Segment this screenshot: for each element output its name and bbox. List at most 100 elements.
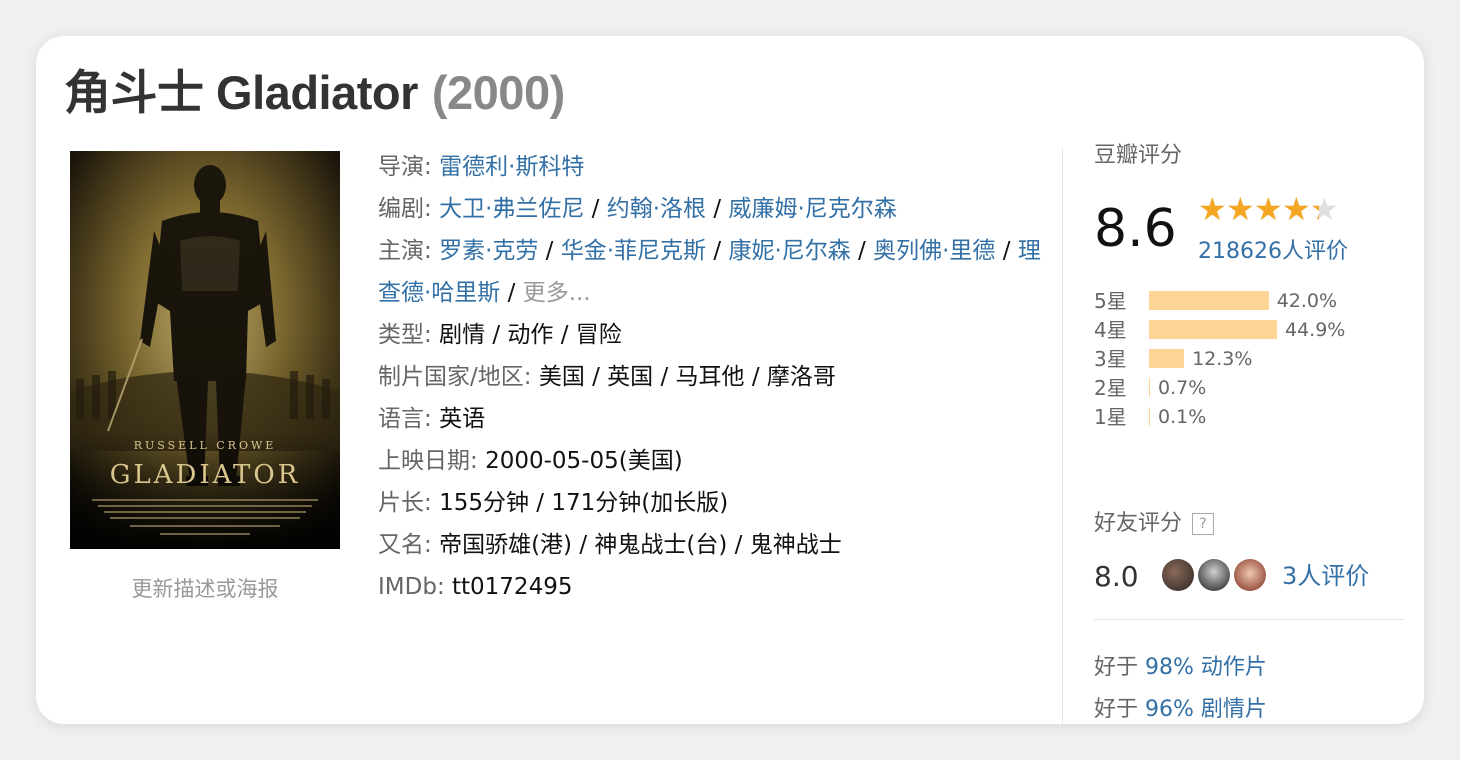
cast-link[interactable]: 奥列佛·里德 bbox=[873, 238, 995, 264]
rating-score: 8.6 bbox=[1094, 199, 1177, 259]
update-poster-link[interactable]: 更新描述或海报 bbox=[70, 573, 340, 603]
cast-more-link[interactable]: 更多... bbox=[523, 280, 591, 306]
cast-row: 主演: 罗素·克劳 / 华金·菲尼克斯 / 康妮·尼尔森 / 奥列佛·里德 / … bbox=[378, 230, 1046, 314]
star-icon: ★★ bbox=[1198, 190, 1227, 228]
country-row: 制片国家/地区: 美国 / 英国 / 马耳他 / 摩洛哥 bbox=[378, 356, 1046, 398]
release-value: 2000-05-05(美国) bbox=[485, 448, 683, 474]
avatar[interactable] bbox=[1234, 559, 1266, 591]
cast-link[interactable]: 罗素·克劳 bbox=[439, 238, 538, 264]
writer-label: 编剧: bbox=[378, 196, 432, 222]
genre-row: 类型: 剧情 / 动作 / 冒险 bbox=[378, 314, 1046, 356]
rating-count-link[interactable]: 218626人评价 bbox=[1198, 233, 1348, 265]
rating-bar-row: 4星 44.9% bbox=[1094, 316, 1404, 345]
friend-rating-label: 好友评分 bbox=[1094, 511, 1183, 536]
rating-bar-label: 2星 bbox=[1094, 376, 1127, 400]
friend-avatars bbox=[1162, 559, 1270, 593]
aka-label: 又名: bbox=[378, 532, 432, 558]
cast-link[interactable]: 康妮·尼尔森 bbox=[728, 238, 850, 264]
director-row: 导演: 雷德利·斯科特 bbox=[378, 146, 1046, 188]
rating-bar-row: 3星 12.3% bbox=[1094, 345, 1404, 374]
writer-link[interactable]: 大卫·弗兰佐尼 bbox=[439, 196, 584, 222]
avatar[interactable] bbox=[1162, 559, 1194, 591]
separator: / bbox=[706, 196, 729, 222]
language-value: 英语 bbox=[439, 406, 486, 432]
movie-poster[interactable]: RUSSELL CROWE GLADIATOR bbox=[70, 151, 340, 549]
director-label: 导演: bbox=[378, 154, 432, 180]
aka-value: 帝国骄雄(港) / 神鬼战士(台) / 鬼神战士 bbox=[439, 532, 842, 558]
director-link[interactable]: 雷德利·斯科特 bbox=[439, 154, 584, 180]
rating-bar bbox=[1149, 349, 1185, 368]
avatar[interactable] bbox=[1198, 559, 1230, 591]
release-label: 上映日期: bbox=[378, 448, 478, 474]
rating-bar bbox=[1149, 291, 1269, 310]
rating-header: 豆瓣评分 bbox=[1094, 143, 1183, 168]
better-than-row: 好于 96% 剧情片 bbox=[1094, 695, 1267, 724]
country-label: 制片国家/地区: bbox=[378, 364, 532, 390]
rating-bar-row: 1星 0.1% bbox=[1094, 403, 1404, 432]
better-than-prefix: 好于 bbox=[1094, 655, 1145, 680]
friend-rating-count-link[interactable]: 3人评价 bbox=[1282, 559, 1369, 593]
aka-row: 又名: 帝国骄雄(港) / 神鬼战士(台) / 鬼神战士 bbox=[378, 524, 1046, 566]
separator: / bbox=[850, 238, 874, 264]
language-row: 语言: 英语 bbox=[378, 398, 1046, 440]
genre-value: 剧情 / 动作 / 冒险 bbox=[439, 322, 622, 348]
rating-bar bbox=[1149, 407, 1150, 426]
cast-link[interactable]: 华金·菲尼克斯 bbox=[561, 238, 706, 264]
rating-bar-label: 5星 bbox=[1094, 289, 1127, 313]
rating-bar-percent: 0.1% bbox=[1158, 406, 1207, 428]
writer-link[interactable]: 威廉姆·尼克尔森 bbox=[728, 196, 896, 222]
writer-link[interactable]: 约翰·洛根 bbox=[607, 196, 706, 222]
movie-title: 角斗士 Gladiator bbox=[64, 66, 418, 119]
poster-image: RUSSELL CROWE GLADIATOR bbox=[70, 151, 340, 549]
better-than-link[interactable]: 96% 剧情片 bbox=[1145, 697, 1267, 722]
rating-bar-row: 2星 0.7% bbox=[1094, 374, 1404, 403]
movie-year: (2000) bbox=[431, 66, 565, 119]
cast-label: 主演: bbox=[378, 238, 432, 264]
rating-bar-percent: 0.7% bbox=[1158, 377, 1207, 399]
rating-bar-label: 1星 bbox=[1094, 405, 1127, 429]
genre-label: 类型: bbox=[378, 322, 432, 348]
runtime-value: 155分钟 / 171分钟(加长版) bbox=[439, 490, 729, 516]
rating-bar bbox=[1149, 378, 1150, 397]
rating-bar-percent: 42.0% bbox=[1276, 290, 1338, 312]
star-icon: ★★ bbox=[1282, 190, 1311, 228]
runtime-row: 片长: 155分钟 / 171分钟(加长版) bbox=[378, 482, 1046, 524]
rating-bar-label: 3星 bbox=[1094, 347, 1127, 371]
movie-info: 导演: 雷德利·斯科特 编剧: 大卫·弗兰佐尼 / 约翰·洛根 / 威廉姆·尼克… bbox=[378, 146, 1046, 608]
poster-credit: RUSSELL CROWE bbox=[134, 439, 277, 452]
writer-row: 编剧: 大卫·弗兰佐尼 / 约翰·洛根 / 威廉姆·尼克尔森 bbox=[378, 188, 1046, 230]
separator: / bbox=[500, 280, 523, 306]
separator: / bbox=[995, 238, 1018, 264]
rating-panel: 豆瓣评分 8.6 ★★★★★★★★★★ 218626人评价 5星42.0%4星4… bbox=[1094, 141, 1404, 722]
separator: / bbox=[584, 196, 607, 222]
rating-stars: ★★★★★★★★★★ bbox=[1198, 190, 1339, 228]
star-icon: ★★ bbox=[1310, 190, 1339, 228]
imdb-value[interactable]: tt0172495 bbox=[452, 574, 572, 600]
help-icon[interactable]: ? bbox=[1192, 513, 1215, 535]
better-than-prefix: 好于 bbox=[1094, 697, 1145, 722]
poster-title: GLADIATOR bbox=[110, 460, 301, 490]
friend-rating-score: 8.0 bbox=[1094, 560, 1139, 593]
rating-bar bbox=[1149, 320, 1277, 339]
friend-rating-header: 好友评分? bbox=[1094, 509, 1215, 539]
better-than-row: 好于 98% 动作片 bbox=[1094, 653, 1267, 683]
rating-bar-percent: 12.3% bbox=[1192, 348, 1253, 370]
rating-bar-label: 4星 bbox=[1094, 318, 1127, 342]
imdb-label: IMDb: bbox=[378, 574, 445, 600]
country-value: 美国 / 英国 / 马耳他 / 摩洛哥 bbox=[538, 364, 836, 390]
rating-distribution: 5星 42.0% 4星 44.9% 3星 12.3% 2星 0.7% 1星 0.1% bbox=[1094, 287, 1404, 432]
runtime-label: 片长: bbox=[378, 490, 432, 516]
separator: / bbox=[538, 238, 561, 264]
divider bbox=[1094, 619, 1404, 620]
language-label: 语言: bbox=[378, 406, 432, 432]
imdb-row: IMDb: tt0172495 bbox=[378, 566, 1046, 608]
rating-bar-row: 5星 42.0% bbox=[1094, 287, 1404, 316]
movie-info-card: 角斗士 Gladiator (2000) RUSSELL CROWE GLADI… bbox=[36, 36, 1424, 724]
better-than-link[interactable]: 98% 动作片 bbox=[1145, 655, 1267, 680]
separator: / bbox=[706, 238, 729, 264]
rating-bar-percent: 44.9% bbox=[1285, 319, 1346, 341]
star-icon: ★★ bbox=[1254, 190, 1283, 228]
release-row: 上映日期: 2000-05-05(美国) bbox=[378, 440, 1046, 482]
divider bbox=[1062, 148, 1063, 724]
page-title: 角斗士 Gladiator (2000) bbox=[64, 54, 565, 123]
